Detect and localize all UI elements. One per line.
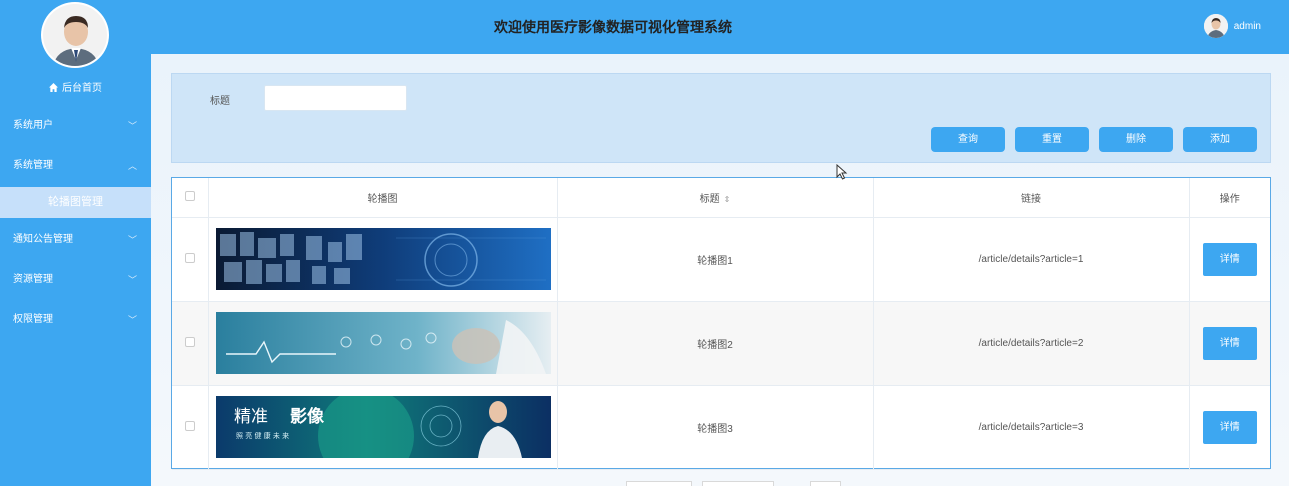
column-header-link: 链接 bbox=[873, 178, 1190, 218]
chevron-down-icon: ﹀ bbox=[127, 275, 137, 285]
pagination-page-size[interactable] bbox=[626, 481, 692, 486]
column-header-title-label: 标题 bbox=[699, 193, 720, 205]
title-search-label: 标题 bbox=[210, 96, 230, 107]
reset-button[interactable]: 重置 bbox=[1015, 127, 1089, 152]
row-actions-cell: 详情 bbox=[1189, 217, 1270, 302]
title-search-input[interactable] bbox=[264, 85, 407, 111]
row-checkbox[interactable] bbox=[184, 420, 195, 431]
app-title: 欢迎使用医疗影像数据可视化管理系统 bbox=[494, 19, 732, 35]
detail-button[interactable]: 详情 bbox=[1202, 326, 1257, 360]
pagination-pages[interactable] bbox=[702, 481, 774, 486]
chevron-down-icon: ﹀ bbox=[127, 121, 137, 131]
row-select-cell[interactable] bbox=[172, 385, 209, 470]
chevron-down-icon: ﹀ bbox=[127, 235, 137, 245]
row-title: 轮播图3 bbox=[557, 385, 874, 470]
sidebar-item-permission-management[interactable]: 权限管理 ﹀ bbox=[0, 300, 151, 340]
row-select-cell[interactable] bbox=[172, 217, 209, 302]
carousel-image-2 bbox=[215, 312, 551, 374]
select-all-cell[interactable] bbox=[172, 178, 209, 218]
sidebar-item-label: 权限管理 bbox=[13, 314, 53, 325]
chevron-down-icon: ﹀ bbox=[127, 315, 137, 325]
sidebar-home-label: 后台首页 bbox=[62, 83, 102, 94]
query-button[interactable]: 查询 bbox=[931, 127, 1005, 152]
top-header: 欢迎使用医疗影像数据可视化管理系统 admin bbox=[151, 0, 1289, 54]
username-label: admin bbox=[1233, 20, 1261, 32]
table-row: 轮播图1 /article/details?article=1 详情 bbox=[172, 217, 1270, 302]
sidebar-item-label: 通知公告管理 bbox=[13, 234, 73, 245]
image-cell bbox=[208, 301, 558, 386]
banner-text-precise: 精准 bbox=[234, 407, 268, 427]
user-avatar[interactable] bbox=[41, 2, 109, 68]
select-all-checkbox[interactable] bbox=[184, 190, 195, 201]
row-actions-cell: 详情 bbox=[1189, 385, 1270, 470]
sidebar-item-system-management[interactable]: 系统管理 ︿ bbox=[0, 146, 151, 186]
column-header-title[interactable]: 标题 ⇕ bbox=[557, 178, 874, 218]
table-row: 轮播图2 /article/details?article=2 详情 bbox=[172, 301, 1270, 386]
image-cell bbox=[208, 217, 558, 302]
sidebar-item-notice-management[interactable]: 通知公告管理 ﹀ bbox=[0, 220, 151, 260]
carousel-table: 轮播图 标题 ⇕ 链接 操作 轮播图1 /article/details?art… bbox=[171, 177, 1271, 470]
mouse-cursor-icon bbox=[836, 164, 848, 180]
column-header-image: 轮播图 bbox=[208, 178, 558, 218]
carousel-image-3: 精准 影像 照 亮 健 康 未 来 bbox=[215, 396, 551, 458]
row-link: /article/details?article=2 bbox=[873, 301, 1190, 386]
row-checkbox[interactable] bbox=[184, 336, 195, 347]
sidebar-item-label: 资源管理 bbox=[13, 274, 53, 285]
sidebar-home-link[interactable]: 后台首页 bbox=[0, 79, 151, 94]
carousel-image-1 bbox=[215, 228, 551, 290]
sidebar-item-resource-management[interactable]: 资源管理 ﹀ bbox=[0, 260, 151, 300]
row-actions-cell: 详情 bbox=[1189, 301, 1270, 386]
main-content: 标题 查询 重置 删除 添加 轮播图 标题 ⇕ 链接 操作 轮播图1 /arti… bbox=[151, 54, 1289, 486]
search-panel: 标题 查询 重置 删除 添加 bbox=[171, 73, 1271, 163]
user-mini-avatar bbox=[1203, 14, 1228, 38]
home-icon bbox=[49, 83, 58, 92]
row-link: /article/details?article=1 bbox=[873, 217, 1190, 302]
banner-text-slogan: 照 亮 健 康 未 来 bbox=[236, 431, 289, 440]
delete-button[interactable]: 删除 bbox=[1099, 127, 1173, 152]
user-menu[interactable]: admin bbox=[1203, 14, 1261, 38]
row-select-cell[interactable] bbox=[172, 301, 209, 386]
sidebar-item-label: 系统用户 bbox=[13, 120, 53, 131]
row-link: /article/details?article=3 bbox=[873, 385, 1190, 470]
sidebar-subitem-carousel[interactable]: 轮播图管理 bbox=[0, 187, 151, 218]
banner-text-imaging: 影像 bbox=[290, 407, 325, 427]
column-header-actions: 操作 bbox=[1189, 178, 1270, 218]
sidebar-item-system-users[interactable]: 系统用户 ﹀ bbox=[0, 106, 151, 146]
add-button[interactable]: 添加 bbox=[1183, 127, 1257, 152]
chevron-up-icon: ︿ bbox=[127, 161, 137, 171]
table-row: 精准 影像 照 亮 健 康 未 来 轮播图3 /article/details?… bbox=[172, 385, 1270, 470]
detail-button[interactable]: 详情 bbox=[1202, 410, 1257, 444]
sidebar-item-label: 系统管理 bbox=[13, 160, 53, 171]
sidebar: 后台首页 系统用户 ﹀ 系统管理 ︿ 轮播图管理 通知公告管理 ﹀ 资源管理 ﹀… bbox=[0, 0, 151, 486]
sort-icon[interactable]: ⇕ bbox=[724, 195, 731, 204]
pagination-jump-input[interactable] bbox=[810, 481, 841, 486]
detail-button[interactable]: 详情 bbox=[1202, 242, 1257, 276]
row-title: 轮播图2 bbox=[557, 301, 874, 386]
row-title: 轮播图1 bbox=[557, 217, 874, 302]
image-cell: 精准 影像 照 亮 健 康 未 来 bbox=[208, 385, 558, 470]
row-checkbox[interactable] bbox=[184, 252, 195, 263]
table-header-row: 轮播图 标题 ⇕ 链接 操作 bbox=[172, 178, 1270, 218]
